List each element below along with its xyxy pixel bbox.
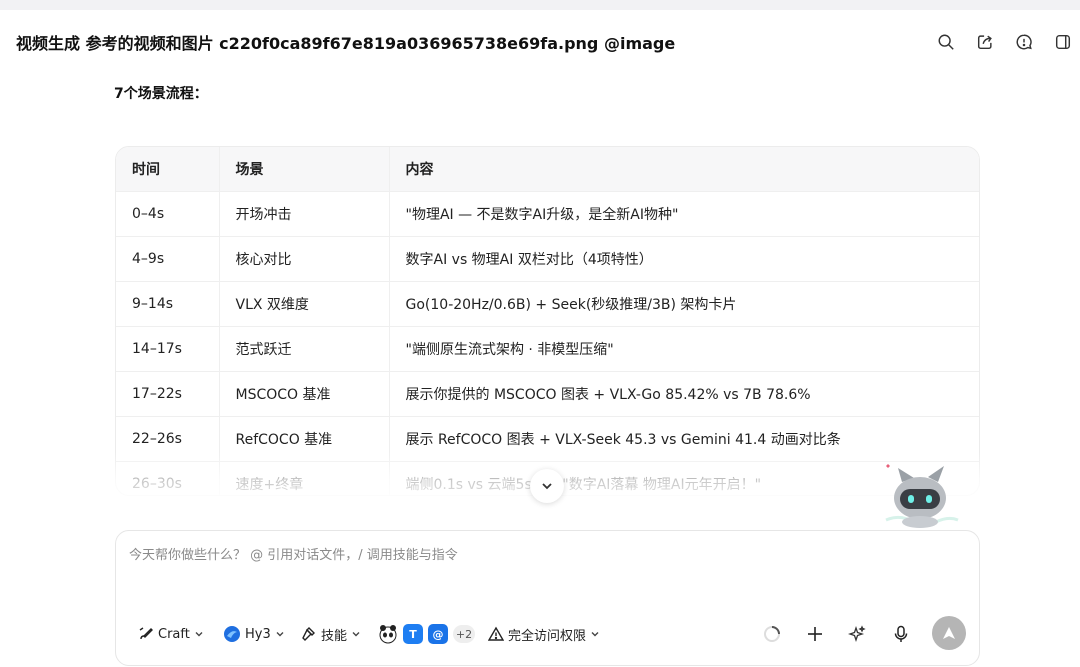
chevron-down-icon — [276, 632, 284, 637]
cell-scene: 速度+终章 — [218, 461, 389, 495]
hunyuan-logo-icon — [224, 626, 240, 642]
cell-time: 4–9s — [116, 236, 219, 282]
column-header-content: 内容 — [388, 147, 979, 192]
cell-content: "端侧原生流式架构 · 非模型压缩" — [388, 326, 979, 372]
cell-time: 26–30s — [116, 461, 219, 495]
craft-label: Craft — [158, 626, 190, 642]
section-label: 7个场景流程： — [114, 86, 208, 102]
table-row: 17–22s MSCOCO 基准 展示你提供的 MSCOCO 图表 + VLX-… — [116, 371, 979, 417]
hammer-icon — [302, 627, 315, 641]
panda-app-icon — [379, 625, 397, 644]
cell-content: Go(10-20Hz/0.6B) + Seek(秒级推理/3B) 架构卡片 — [388, 281, 979, 327]
craft-mode-button[interactable]: Craft — [138, 621, 204, 647]
app-at-icon: @ — [428, 624, 448, 644]
app-t-icon: T — [403, 624, 423, 644]
cell-scene: MSCOCO 基准 — [218, 371, 389, 417]
skills-button[interactable]: 技能 — [301, 621, 361, 647]
table-row: 0–4s 开场冲击 "物理AI — 不是数字AI升级，是全新AI物种" — [116, 191, 979, 237]
cell-scene: 开场冲击 — [218, 191, 389, 237]
access-permission-selector[interactable]: 完全访问权限 — [488, 621, 600, 647]
plus-icon — [808, 627, 822, 641]
cell-content: "物理AI — 不是数字AI升级，是全新AI物种" — [388, 191, 979, 237]
scene-table: 时间 场景 内容 0–4s 开场冲击 "物理AI — 不是数字AI升级，是全新A… — [115, 146, 980, 496]
cell-content: 数字AI vs 物理AI 双栏对比（4项特性） — [388, 236, 979, 282]
brush-icon — [139, 627, 153, 640]
skills-label: 技能 — [321, 628, 348, 644]
column-header-time: 时间 — [116, 147, 219, 192]
cell-scene: RefCOCO 基准 — [218, 416, 389, 462]
cell-content: 展示 RefCOCO 图表 + VLX-Seek 45.3 vs Gemini … — [388, 416, 979, 462]
table-header-row: 时间 场景 内容 — [116, 147, 979, 192]
warning-icon — [488, 626, 504, 641]
column-header-scene: 场景 — [218, 147, 389, 192]
scroll-to-bottom-button[interactable] — [530, 469, 564, 503]
cell-time: 17–22s — [116, 371, 219, 417]
share-icon[interactable] — [974, 31, 996, 53]
sidebar-toggle-icon[interactable] — [1052, 31, 1074, 53]
sparkle-icon — [848, 625, 866, 643]
table-row: 4–9s 核心对比 数字AI vs 物理AI 双栏对比（4项特性） — [116, 236, 979, 282]
model-selector[interactable]: Hy3 — [223, 621, 285, 647]
send-arrow-icon — [943, 627, 955, 639]
window-top-strip — [0, 0, 1080, 10]
chevron-down-icon — [352, 632, 360, 637]
composer-toolbar: Craft Hy3 技能 T @ +2 完全访问权限 — [116, 616, 979, 650]
robot-cat-mascot-icon — [885, 464, 959, 528]
send-button[interactable] — [932, 616, 966, 650]
more-apps-count: +2 — [453, 625, 475, 643]
add-attachment-button[interactable] — [806, 621, 824, 647]
table-row: 14–17s 范式跃迁 "端侧原生流式架构 · 非模型压缩" — [116, 326, 979, 372]
connected-apps[interactable]: T @ +2 — [378, 621, 475, 647]
voice-input-button[interactable] — [893, 621, 909, 647]
message-composer[interactable]: 今天帮你做些什么？ @ 引用对话文件，/ 调用技能与指令 Craft Hy3 技… — [115, 530, 980, 666]
microphone-icon — [894, 625, 908, 642]
feedback-icon[interactable] — [1013, 31, 1035, 53]
chevron-down-icon — [195, 632, 203, 637]
cell-scene: VLX 双维度 — [218, 281, 389, 327]
search-icon[interactable] — [935, 31, 957, 53]
cell-time: 14–17s — [116, 326, 219, 372]
cell-time: 0–4s — [116, 191, 219, 237]
chevron-down-icon — [591, 632, 599, 637]
table-row: 22–26s RefCOCO 基准 展示 RefCOCO 图表 + VLX-Se… — [116, 416, 979, 462]
cell-content: 展示你提供的 MSCOCO 图表 + VLX-Go 85.42% vs 7B 7… — [388, 371, 979, 417]
composer-input[interactable]: 今天帮你做些什么？ @ 引用对话文件，/ 调用技能与指令 — [129, 544, 458, 563]
table-row: 9–14s VLX 双维度 Go(10-20Hz/0.6B) + Seek(秒级… — [116, 281, 979, 327]
access-label: 完全访问权限 — [508, 628, 587, 644]
cell-time: 9–14s — [116, 281, 219, 327]
ai-enhance-button[interactable] — [848, 621, 866, 647]
cell-scene: 范式跃迁 — [218, 326, 389, 372]
cell-time: 22–26s — [116, 416, 219, 462]
cell-scene: 核心对比 — [218, 236, 389, 282]
model-label: Hy3 — [245, 626, 271, 642]
chevron-down-icon — [542, 483, 552, 490]
page-title: 视频生成 参考的视频和图片 c220f0ca89f67e819a03696573… — [16, 34, 676, 53]
loading-spinner-icon — [763, 621, 781, 647]
